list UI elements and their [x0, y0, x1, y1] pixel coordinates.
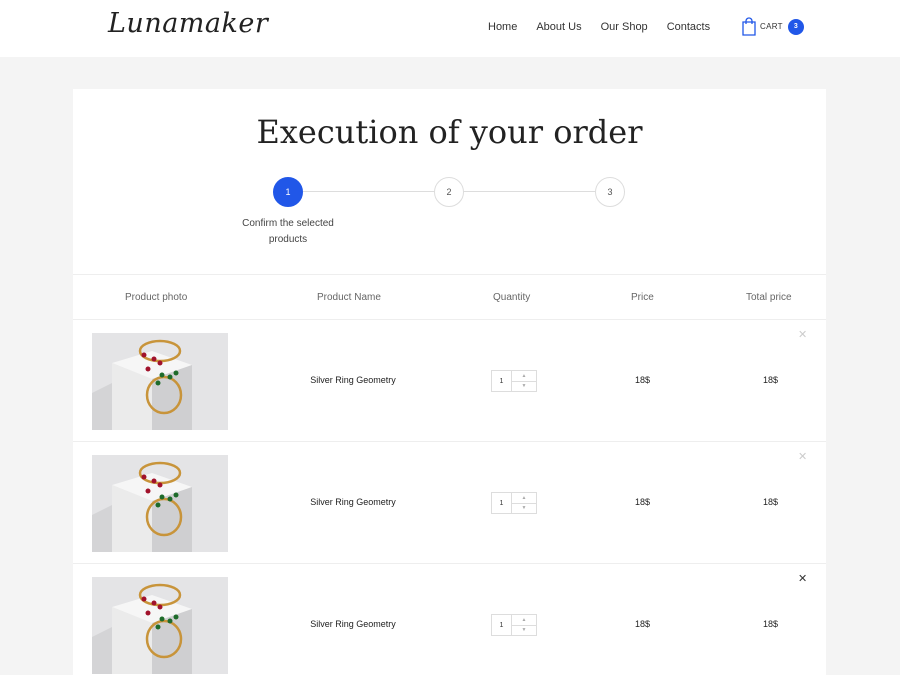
- quantity-decrease-icon[interactable]: ▼: [512, 504, 536, 514]
- product-photo[interactable]: [92, 333, 228, 430]
- product-name[interactable]: Silver Ring Geometry: [303, 375, 403, 385]
- main-nav: Home About Us Our Shop Contacts: [488, 21, 729, 33]
- shopping-bag-icon: [742, 17, 756, 36]
- header-product-photo: Product photo: [125, 292, 188, 303]
- brand-logo[interactable]: Lunamaker: [108, 8, 268, 39]
- site-header: Lunamaker Home About Us Our Shop Contact…: [0, 0, 900, 57]
- product-name[interactable]: Silver Ring Geometry: [303, 497, 403, 507]
- cart-count-badge: 3: [787, 18, 804, 35]
- cart-button[interactable]: CART 3: [741, 17, 804, 36]
- header-total-price: Total price: [746, 292, 792, 303]
- item-price: 18$: [635, 375, 651, 385]
- quantity-increase-icon[interactable]: ▲: [512, 615, 536, 626]
- step-3[interactable]: 3: [595, 177, 625, 207]
- step-1[interactable]: 1: [273, 177, 303, 207]
- remove-item-icon[interactable]: ✕: [798, 328, 807, 341]
- cart-label: CART: [760, 22, 783, 31]
- product-photo[interactable]: [92, 455, 228, 552]
- item-price: 18$: [635, 619, 651, 629]
- ring-product-image: [92, 455, 228, 552]
- order-panel: Execution of your order 1 2 3 Confirm th…: [73, 89, 826, 675]
- item-price: 18$: [635, 497, 651, 507]
- quantity-stepper[interactable]: 1 ▲ ▼: [491, 370, 537, 392]
- header-quantity: Quantity: [493, 292, 531, 303]
- quantity-input[interactable]: 1: [492, 615, 512, 635]
- nav-our-shop[interactable]: Our Shop: [601, 21, 648, 33]
- product-name[interactable]: Silver Ring Geometry: [303, 619, 403, 629]
- ring-product-image: [92, 333, 228, 430]
- page-title: Execution of your order: [256, 113, 643, 151]
- quantity-stepper[interactable]: 1 ▲ ▼: [491, 492, 537, 514]
- item-total-price: 18$: [763, 375, 779, 385]
- quantity-input[interactable]: 1: [492, 371, 512, 391]
- table-row: Silver Ring Geometry 1 ▲ ▼ 18$ 18$ ✕: [73, 442, 826, 564]
- quantity-decrease-icon[interactable]: ▼: [512, 382, 536, 392]
- remove-item-icon[interactable]: ✕: [798, 572, 807, 585]
- table-row: Silver Ring Geometry 1 ▲ ▼ 18$ 18$ ✕: [73, 564, 826, 675]
- steps-progress-line: [303, 191, 625, 192]
- step-2[interactable]: 2: [434, 177, 464, 207]
- table-row: Silver Ring Geometry 1 ▲ ▼ 18$ 18$ ✕: [73, 320, 826, 442]
- table-header: Product photo Product Name Quantity Pric…: [73, 274, 826, 320]
- header-product-name: Product Name: [317, 292, 381, 303]
- quantity-input[interactable]: 1: [492, 493, 512, 513]
- nav-contacts[interactable]: Contacts: [667, 21, 710, 33]
- nav-home[interactable]: Home: [488, 21, 517, 33]
- nav-about-us[interactable]: About Us: [536, 21, 581, 33]
- quantity-decrease-icon[interactable]: ▼: [512, 626, 536, 636]
- quantity-increase-icon[interactable]: ▲: [512, 371, 536, 382]
- item-total-price: 18$: [763, 497, 779, 507]
- header-price: Price: [631, 292, 654, 303]
- product-photo[interactable]: [92, 577, 228, 674]
- ring-product-image: [92, 577, 228, 674]
- quantity-stepper[interactable]: 1 ▲ ▼: [491, 614, 537, 636]
- step-1-caption: Confirm the selected products: [242, 218, 334, 245]
- quantity-increase-icon[interactable]: ▲: [512, 493, 536, 504]
- remove-item-icon[interactable]: ✕: [798, 450, 807, 463]
- item-total-price: 18$: [763, 619, 779, 629]
